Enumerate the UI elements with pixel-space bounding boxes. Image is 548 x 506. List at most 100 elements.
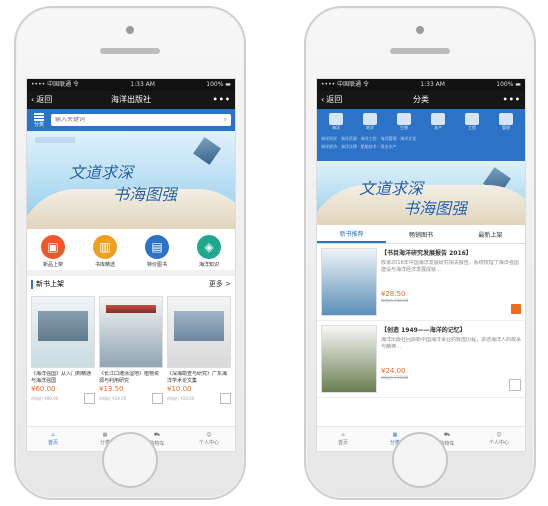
tab-label: 个人中心 [488, 440, 509, 446]
books-icon: ▥ [93, 235, 117, 259]
category-label: 海洋 [332, 125, 340, 130]
cart-add-icon[interactable] [220, 393, 231, 404]
category-row[interactable]: 海洋科学 · 海洋资源 · 海洋工程 · 海洋管理 · 海洋文化 [321, 135, 521, 143]
section-header: 新书上架 更多 > [27, 270, 235, 292]
cart-add-icon[interactable] [509, 379, 521, 391]
search-icon[interactable]: ⌕ [224, 116, 227, 124]
book-title: 【创造 1949——海洋的记忆】 [381, 327, 466, 334]
search-row: 分类 ⌕ [27, 109, 235, 131]
home-icon: ⌂ [341, 432, 345, 438]
globe-icon: ◈ [197, 235, 221, 259]
shortcut-ocean[interactable]: ◈ 海洋知识 [197, 235, 221, 268]
grid-icon: ▦ [392, 432, 398, 438]
segment-new[interactable]: 新书推荐 [317, 225, 387, 243]
category-button[interactable]: 分类 [31, 112, 47, 128]
shortcut-sale[interactable]: ▤ 特价图书 [145, 235, 169, 268]
category-item[interactable]: 地学 [355, 113, 385, 131]
category-item[interactable]: 水产 [423, 113, 453, 131]
shortcut-row: ▣ 新品上架 ▥ 书库精选 ▤ 特价图书 ◈ 海洋知识 [27, 229, 235, 270]
book-grid: 《海洋强国》从入门到精通与海洋强国 ¥60.00 市场价 ¥89.00 《长江口… [27, 292, 235, 408]
book-card[interactable]: 《长江口滩涂湿地》植物资源与利用研究 ¥13.50 市场价 ¥28.00 [99, 296, 163, 404]
device-icon [431, 113, 445, 125]
list-item[interactable]: 【书目海洋研究发展报告 2016】 收录2016年中国海洋发展研究相关报告，系统… [317, 244, 525, 321]
category-item[interactable]: 管理 [491, 113, 521, 131]
tab-label: 首页 [47, 440, 58, 446]
book-cover [321, 325, 377, 393]
section-title: 新书上架 [36, 280, 64, 288]
shortcut-new[interactable]: ▣ 新品上架 [41, 235, 65, 268]
book-price: ¥28.50 [381, 290, 406, 298]
category-item[interactable]: 海洋 [321, 113, 351, 131]
chart-icon [499, 113, 513, 125]
cart-add-icon[interactable] [152, 393, 163, 404]
tab-home[interactable]: ⌂ 首页 [317, 427, 369, 451]
category-item[interactable]: 生物 [389, 113, 419, 131]
shortcut-library[interactable]: ▥ 书库精选 [93, 235, 117, 268]
more-link[interactable]: 更多 > [209, 279, 231, 289]
banner-deco [35, 137, 75, 143]
category-item[interactable]: 工程 [457, 113, 487, 131]
home-button[interactable] [102, 432, 158, 488]
category-label: 分类 [33, 121, 44, 128]
phone-right: •••• 中国联通 令 1:33 AM 100% ▬ ‹ 返回 分类 ••• 海洋… [304, 6, 536, 500]
screen-category: •••• 中国联通 令 1:33 AM 100% ▬ ‹ 返回 分类 ••• 海洋… [316, 78, 526, 452]
shortcut-label: 新品上架 [42, 262, 63, 268]
tab-home[interactable]: ⌂ 首页 [27, 427, 79, 451]
nav-bar: ‹ 返回 分类 ••• [317, 91, 525, 109]
cart-add-icon[interactable] [84, 393, 95, 404]
carrier: •••• 中国联通 令 [321, 81, 369, 88]
more-icon[interactable]: ••• [213, 91, 231, 109]
segment-latest[interactable]: 最新上架 [456, 225, 525, 243]
book-old-price: 市场价 ¥38.00 [381, 298, 409, 303]
printer-icon: ▤ [145, 235, 169, 259]
grid-icon: ▦ [102, 432, 108, 438]
book-cover [321, 248, 377, 316]
user-icon: ☺ [206, 432, 212, 438]
banner[interactable]: 文道求深 书海图强 [317, 161, 525, 225]
book-old-price: 市场价 ¥89.00 [31, 395, 59, 401]
book-cover [167, 296, 231, 368]
banner[interactable]: 文道求深 书海图强 [27, 131, 235, 229]
category-strip: 海洋 地学 生物 水产 工程 管理 海洋科学 · 海洋资源 · 海洋工程 · 海… [317, 109, 525, 161]
cart-add-icon[interactable] [511, 304, 521, 314]
category-row[interactable]: 海洋经济 · 海洋法律 · 船舶技术 · 渔业水产 [321, 143, 521, 151]
screen-home: •••• 中国联通 令 1:33 AM 100% ▬ ‹ 返回 海洋出版社 •••… [26, 78, 236, 452]
home-button[interactable] [392, 432, 448, 488]
back-button[interactable]: ‹ 返回 [321, 91, 342, 109]
book-price: ¥13.50 [99, 385, 124, 393]
book-price: ¥10.00 [167, 385, 192, 393]
status-bar: •••• 中国联通 令 1:33 AM 100% ▬ [27, 79, 235, 91]
shortcut-label: 海洋知识 [198, 262, 219, 268]
search-input[interactable] [55, 117, 224, 123]
tab-profile[interactable]: ☺ 个人中心 [473, 427, 525, 451]
status-bar: •••• 中国联通 令 1:33 AM 100% ▬ [317, 79, 525, 91]
back-label: 返回 [36, 95, 53, 104]
chevron-left-icon: ‹ [31, 95, 35, 104]
nav-bar: ‹ 返回 海洋出版社 ••• [27, 91, 235, 109]
user-icon: ☺ [496, 432, 502, 438]
category-label: 管理 [502, 125, 510, 130]
section-flag [31, 279, 33, 289]
camera [126, 26, 134, 34]
page-title: 海洋出版社 [111, 95, 151, 104]
tab-label: 个人中心 [198, 440, 219, 446]
banner-cube [193, 137, 221, 165]
category-label: 生物 [400, 125, 408, 130]
book-price: ¥60.00 [31, 385, 56, 393]
category-rows: 海洋科学 · 海洋资源 · 海洋工程 · 海洋管理 · 海洋文化 海洋经济 · … [317, 131, 525, 155]
back-label: 返回 [326, 95, 343, 104]
more-icon[interactable]: ••• [503, 91, 521, 109]
list-item[interactable]: 【创造 1949——海洋的记忆】 海洋出版社回顾新中国海洋事业的辉煌历程，讲述海… [317, 321, 525, 398]
back-button[interactable]: ‹ 返回 [31, 91, 52, 109]
book-icon [397, 113, 411, 125]
flask-icon [363, 113, 377, 125]
banner-line2: 书海图强 [113, 185, 178, 204]
search-box[interactable]: ⌕ [51, 114, 231, 126]
category-label: 水产 [434, 125, 442, 130]
book-card[interactable]: 《海洋强国》从入门到精通与海洋强国 ¥60.00 市场价 ¥89.00 [31, 296, 95, 404]
tab-profile[interactable]: ☺ 个人中心 [183, 427, 235, 451]
book-card[interactable]: 《深海勘查与研究》广东海洋学术论文集 ¥10.00 市场价 ¥28.00 [167, 296, 231, 404]
book-price: ¥24.00 [381, 367, 406, 375]
segment-bestseller[interactable]: 畅销图书 [386, 225, 455, 243]
carrier: •••• 中国联通 令 [31, 81, 79, 88]
